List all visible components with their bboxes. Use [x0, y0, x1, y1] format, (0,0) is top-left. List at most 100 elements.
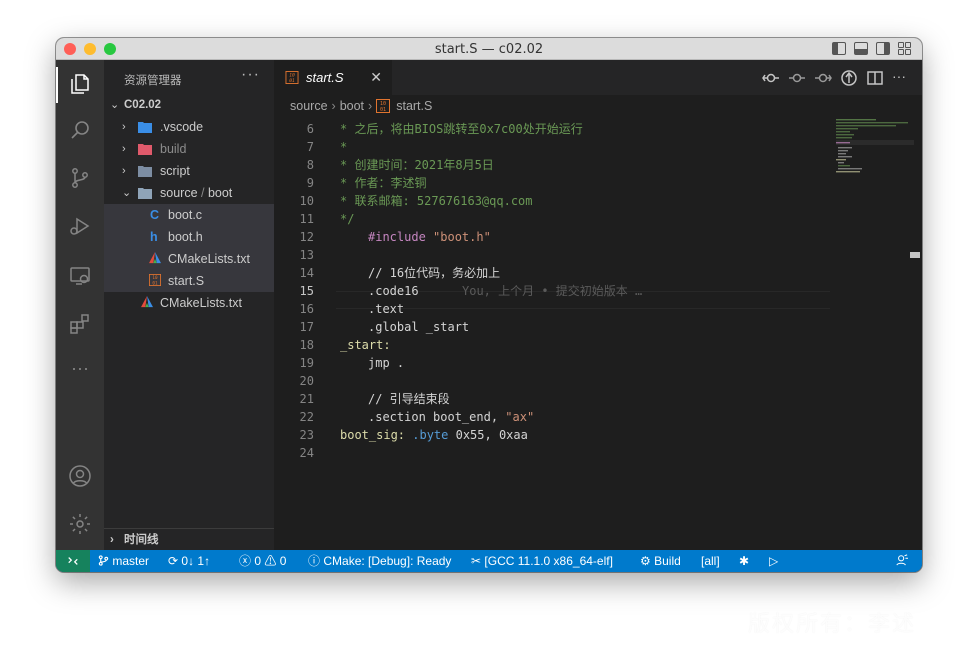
cmake-status[interactable]: ⓘ CMake: [Debug]: Ready [308, 550, 451, 572]
layout-controls [832, 42, 912, 55]
git-next-icon[interactable] [814, 69, 832, 87]
sync-status[interactable]: ⟳ 0↓ 1↑ [168, 550, 210, 572]
code-line: 24 [299, 446, 314, 460]
code-line: 10 * 联系邮箱: 527676163@qq.com [299, 194, 533, 208]
debug-bug-icon[interactable]: ✱ [739, 550, 749, 572]
breadcrumb-start-s[interactable]: start.S [396, 95, 432, 117]
git-commit-icon[interactable] [762, 69, 780, 87]
tree-item-start-s[interactable]: 10 01 start.S [104, 270, 274, 292]
feedback-icon[interactable] [896, 550, 908, 572]
tree-item-vscode[interactable]: › .vscode [104, 116, 274, 138]
tab-bar: 10 01 start.S ✕ ··· [274, 60, 922, 95]
code-line: 17 .global _start [299, 320, 470, 334]
code-line: 14// 16位代码，务必加上 [299, 266, 501, 280]
active-indicator [56, 67, 58, 103]
explorer-icon[interactable] [68, 72, 92, 96]
more-views-icon[interactable]: ··· [68, 359, 92, 384]
explorer-sidebar: 资源管理器 ··· ⌄ C02.02 › .vscode › build › s… [104, 60, 274, 550]
more-actions-icon[interactable]: ··· [892, 69, 910, 87]
tree-item-cmakelists-boot[interactable]: CMakeLists.txt [104, 248, 274, 270]
breadcrumb-boot[interactable]: boot [340, 95, 364, 117]
svg-text:10: 10 [289, 73, 295, 79]
code-line: 18 _start: [299, 338, 391, 352]
search-icon[interactable] [68, 118, 92, 142]
settings-gear-icon[interactable] [68, 512, 92, 536]
vscode-window: start.S — c02.02 ··· 资源管理器 ··· ⌄ C02.02 … [56, 38, 922, 572]
tab-start-s[interactable]: 10 01 start.S ✕ [274, 60, 392, 95]
split-editor-icon[interactable] [866, 69, 884, 87]
code-line: 7 * [306, 140, 348, 154]
code-line: 12 #include "boot.h" [299, 230, 491, 244]
remote-explorer-icon[interactable] [68, 264, 92, 288]
toggle-sidebar-icon[interactable] [832, 42, 846, 55]
code-line: 23 boot_sig: .byte 0x55, 0xaa [299, 428, 528, 442]
tree-item-source-boot[interactable]: ⌄ source / boot [104, 182, 274, 204]
git-blame-annotation: You, 上个月 • 提交初始版本 … [462, 284, 643, 298]
tree-item-cmakelists-root[interactable]: CMakeLists.txt [104, 292, 274, 314]
run-play-icon[interactable]: ▷ [769, 550, 778, 572]
asm-file-icon: 1001 [376, 99, 391, 113]
title-bar: start.S — c02.02 [56, 38, 922, 60]
tree-item-boot-c[interactable]: C boot.c [104, 204, 274, 226]
chevron-down-icon: ⌄ [110, 99, 120, 111]
run-debug-icon[interactable] [68, 214, 92, 238]
tree-item-script[interactable]: › script [104, 160, 274, 182]
timeline-section[interactable]: › 时间线 [104, 528, 274, 550]
account-icon[interactable] [68, 464, 92, 488]
chevron-right-icon: › [368, 99, 373, 113]
cmake-target[interactable]: [all] [701, 550, 720, 572]
h-file-icon: h [150, 230, 158, 244]
code-line: 11 */ [299, 212, 355, 226]
branch-status[interactable]: master [98, 550, 149, 572]
cmake-icon [141, 296, 153, 308]
scrollbar-marker[interactable] [910, 252, 920, 258]
sync-icon: ⟳ [168, 554, 179, 568]
breadcrumb: source › boot › 10 01 start.S [274, 95, 922, 117]
toggle-panel-icon[interactable] [854, 42, 868, 55]
toggle-secondary-sidebar-icon[interactable] [876, 42, 890, 55]
svg-text:01: 01 [289, 78, 295, 84]
chevron-right-icon: › [331, 99, 336, 113]
tree-item-boot-h[interactable]: h boot.h [104, 226, 274, 248]
breadcrumb-source[interactable]: source [290, 95, 328, 117]
code-line-current: 15 .code16 You, 上个月 • 提交初始版本 … [299, 284, 643, 298]
activity-bar: ··· [56, 60, 104, 550]
svg-text:10: 10 [152, 275, 158, 281]
code-line: 8 * 创建时间：2021年8月5日 [306, 158, 494, 172]
explorer-more-icon[interactable]: ··· [241, 66, 260, 84]
problems-status[interactable]: ⓧ 0 ⚠ 0 [239, 550, 286, 572]
code-line: 13 [299, 248, 314, 262]
source-control-icon[interactable] [68, 166, 92, 190]
chevron-right-icon: › [122, 165, 126, 177]
extensions-icon[interactable] [68, 312, 92, 336]
code-line: 21// 引导结束段 [299, 392, 450, 406]
asm-file-icon: 1001 [285, 71, 299, 84]
code-line: 6 * 之后，将由BIOS跳转至0x7c00处开始运行 [306, 122, 583, 136]
open-changes-icon[interactable] [840, 69, 858, 87]
code-editor[interactable]: 6 * 之后，将由BIOS跳转至0x7c00处开始运行 7 * 8 * 创建时间：20… [274, 117, 922, 550]
chevron-right-icon: › [122, 143, 126, 155]
editor-actions: ··· [762, 69, 910, 87]
error-icon: ⓧ [239, 554, 252, 568]
build-folder-icon [138, 144, 152, 155]
code-line: 16 .text [299, 302, 405, 316]
status-bar: master ⟳ 0↓ 1↑ ⓧ 0 ⚠ 0 ⓘ CMake: [Debug]:… [56, 550, 922, 572]
info-icon: ⓘ [308, 554, 321, 568]
chevron-right-icon: › [110, 534, 114, 546]
git-branch-icon [98, 555, 109, 566]
window-title: start.S — c02.02 [434, 42, 544, 57]
cmake-icon [149, 252, 161, 264]
git-previous-icon[interactable] [788, 69, 806, 87]
close-tab-icon[interactable]: ✕ [370, 60, 382, 95]
gear-icon: ⚙ [640, 554, 651, 568]
remote-indicator-icon[interactable] [56, 550, 90, 572]
tools-icon: ✂ [471, 554, 482, 568]
cmake-kit[interactable]: ✂ [GCC 11.1.0 x86_64-elf] [471, 550, 613, 572]
customize-layout-icon[interactable] [898, 42, 912, 55]
cmake-build-button[interactable]: ⚙ Build [640, 550, 681, 572]
svg-text:01: 01 [380, 107, 386, 113]
workspace-root[interactable]: ⌄ C02.02 [104, 94, 274, 116]
minimap[interactable] [834, 117, 914, 177]
chevron-right-icon: › [122, 121, 126, 133]
tree-item-build[interactable]: › build [104, 138, 274, 160]
